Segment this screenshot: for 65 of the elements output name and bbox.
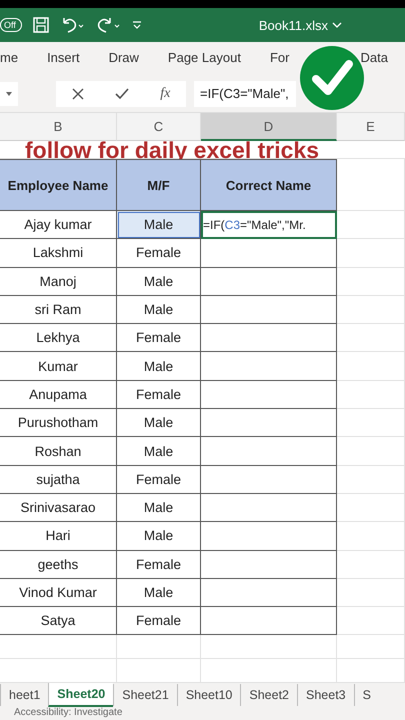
name-box[interactable] bbox=[0, 82, 18, 106]
table-cell: sri Ram bbox=[0, 296, 117, 324]
editing-cell[interactable]: =IF(C3="Male","Mr. bbox=[201, 211, 337, 240]
customize-icon[interactable] bbox=[132, 19, 142, 31]
table-cell: Lekhya bbox=[0, 324, 117, 352]
table-cell: Hari bbox=[0, 522, 117, 551]
header-cell: M/F bbox=[117, 159, 201, 211]
file-name[interactable]: Book11.xlsx bbox=[258, 18, 342, 32]
table-cell: Purushotham bbox=[0, 409, 117, 438]
ribbon-tab[interactable]: Page Layout bbox=[168, 50, 241, 67]
table-cell: Female bbox=[117, 466, 201, 494]
ribbon-tab[interactable]: For bbox=[270, 50, 290, 67]
ribbon-tab[interactable]: Insert bbox=[47, 50, 80, 67]
table-cell: sujatha bbox=[0, 466, 117, 494]
redo-icon[interactable] bbox=[96, 16, 122, 34]
table-cell: Male bbox=[117, 296, 201, 324]
table-cell: Male bbox=[117, 352, 201, 381]
sheet-tab[interactable]: Sheet3 bbox=[297, 684, 354, 706]
chevron-icon bbox=[332, 21, 342, 29]
table-cell: Roshan bbox=[0, 437, 117, 466]
status-text: Accessibility: Investigate bbox=[0, 707, 405, 720]
sheet-tab[interactable]: Sheet21 bbox=[113, 684, 177, 706]
ribbon-tab[interactable]: me bbox=[0, 50, 18, 67]
cancel-icon[interactable] bbox=[72, 88, 84, 100]
dropdown-icon bbox=[6, 92, 12, 96]
check-icon[interactable] bbox=[114, 88, 129, 100]
header-cell: Correct Name bbox=[201, 159, 337, 211]
table-cell: Male bbox=[117, 268, 201, 296]
column-header[interactable]: B bbox=[0, 113, 117, 141]
sheet-tab[interactable]: Sheet20 bbox=[48, 683, 114, 708]
table-cell: Male bbox=[117, 211, 201, 240]
table-cell: Kumar bbox=[0, 352, 117, 381]
table-cell: Srinivasarao bbox=[0, 494, 117, 522]
table-cell: Male bbox=[117, 578, 201, 608]
header-cell: Employee Name bbox=[0, 159, 117, 211]
insert-function-button[interactable]: fx bbox=[160, 86, 170, 102]
empty-cell bbox=[337, 635, 405, 660]
table-cell: Ajay kumar bbox=[0, 211, 117, 240]
save-icon[interactable] bbox=[32, 16, 50, 34]
table-cell: Vinod Kumar bbox=[0, 578, 117, 608]
table-cell: Male bbox=[117, 522, 201, 551]
table-cell: Lakshmi bbox=[0, 239, 117, 268]
column-header[interactable]: E bbox=[337, 113, 405, 141]
table-cell: Satya bbox=[0, 607, 117, 636]
sheet-tab[interactable]: Sheet2 bbox=[240, 684, 298, 706]
table-cell: Male bbox=[117, 437, 201, 466]
autosave-toggle[interactable]: Off bbox=[0, 18, 22, 32]
table-cell: Male bbox=[117, 409, 201, 438]
sheet-tab[interactable]: S bbox=[354, 684, 379, 706]
table-cell: Female bbox=[117, 380, 201, 410]
ribbon-tab[interactable]: Draw bbox=[108, 50, 139, 67]
table-cell: Female bbox=[117, 324, 201, 352]
table-cell: geeths bbox=[0, 550, 117, 579]
formula-field[interactable]: =IF(C3="Male", bbox=[194, 80, 296, 106]
table-cell: Male bbox=[117, 494, 201, 522]
sheet-tab[interactable]: Sheet10 bbox=[176, 684, 240, 706]
table-cell: Female bbox=[117, 550, 201, 579]
table-cell: Female bbox=[117, 607, 201, 636]
column-header[interactable]: C bbox=[117, 113, 201, 141]
table-cell: Manoj bbox=[0, 268, 117, 296]
column-header[interactable]: D bbox=[201, 113, 337, 141]
ribbon-tab[interactable]: Data bbox=[360, 50, 388, 67]
table-cell: Female bbox=[117, 239, 201, 268]
table-cell: Anupama bbox=[0, 380, 117, 410]
empty-cell bbox=[337, 211, 405, 240]
